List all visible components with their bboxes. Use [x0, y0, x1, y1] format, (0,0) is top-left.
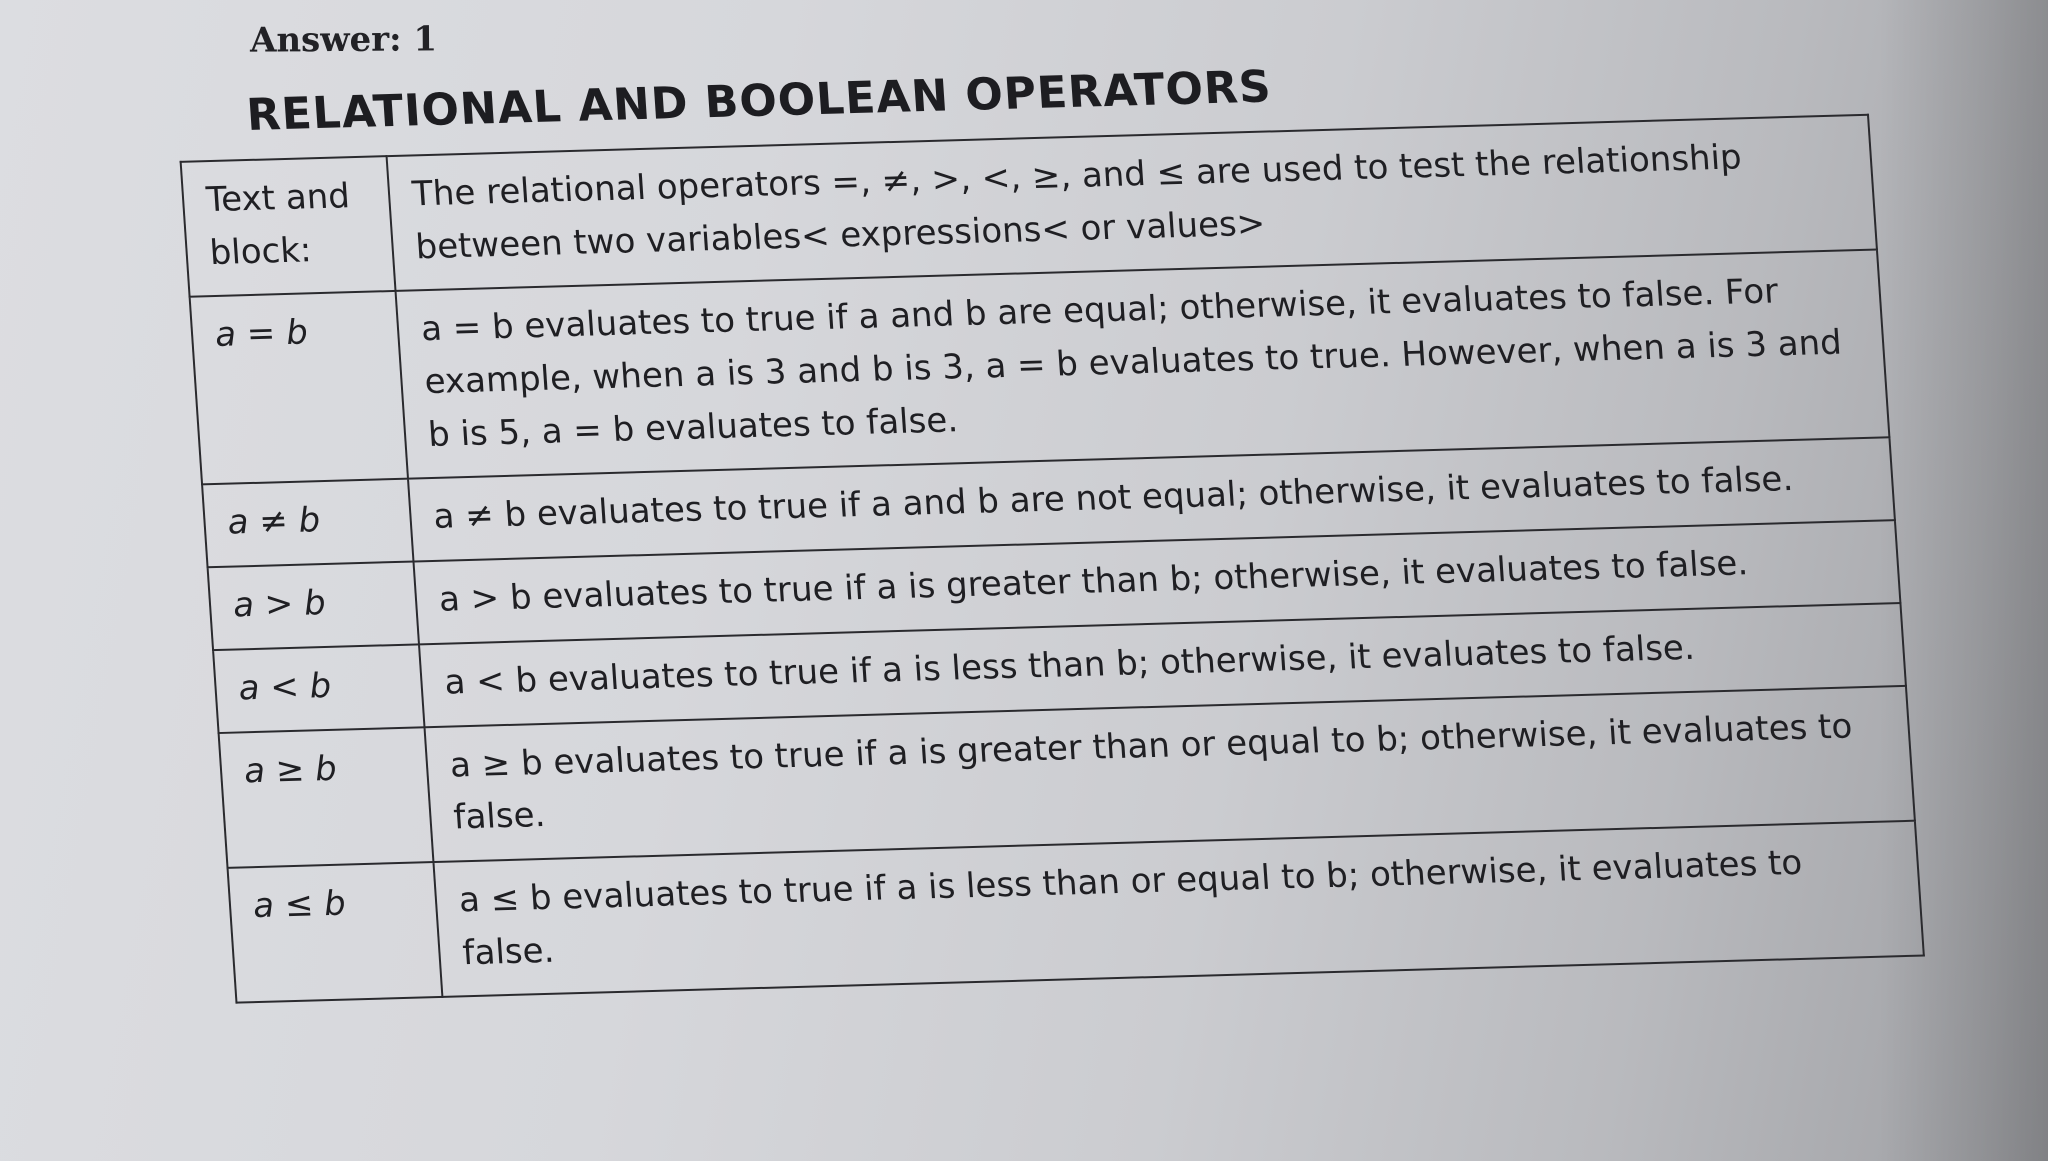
operator-cell: a < b	[213, 644, 425, 733]
operators-table: Text and block: The relational operators…	[180, 114, 1925, 1004]
operator-cell: a ≥ b	[218, 726, 434, 868]
operator-cell: a ≤ b	[227, 861, 443, 1003]
header-label: Text and block:	[180, 156, 396, 298]
operators-section: RELATIONAL AND BOOLEAN OPERATORS Text an…	[175, 45, 1925, 1004]
answer-line: Answer: 1	[249, 19, 438, 61]
operator-cell: a = b	[189, 291, 409, 485]
operator-cell: a ≠ b	[202, 479, 414, 568]
page-edge-shadow	[1878, 0, 2048, 1161]
operator-cell: a > b	[207, 561, 419, 650]
